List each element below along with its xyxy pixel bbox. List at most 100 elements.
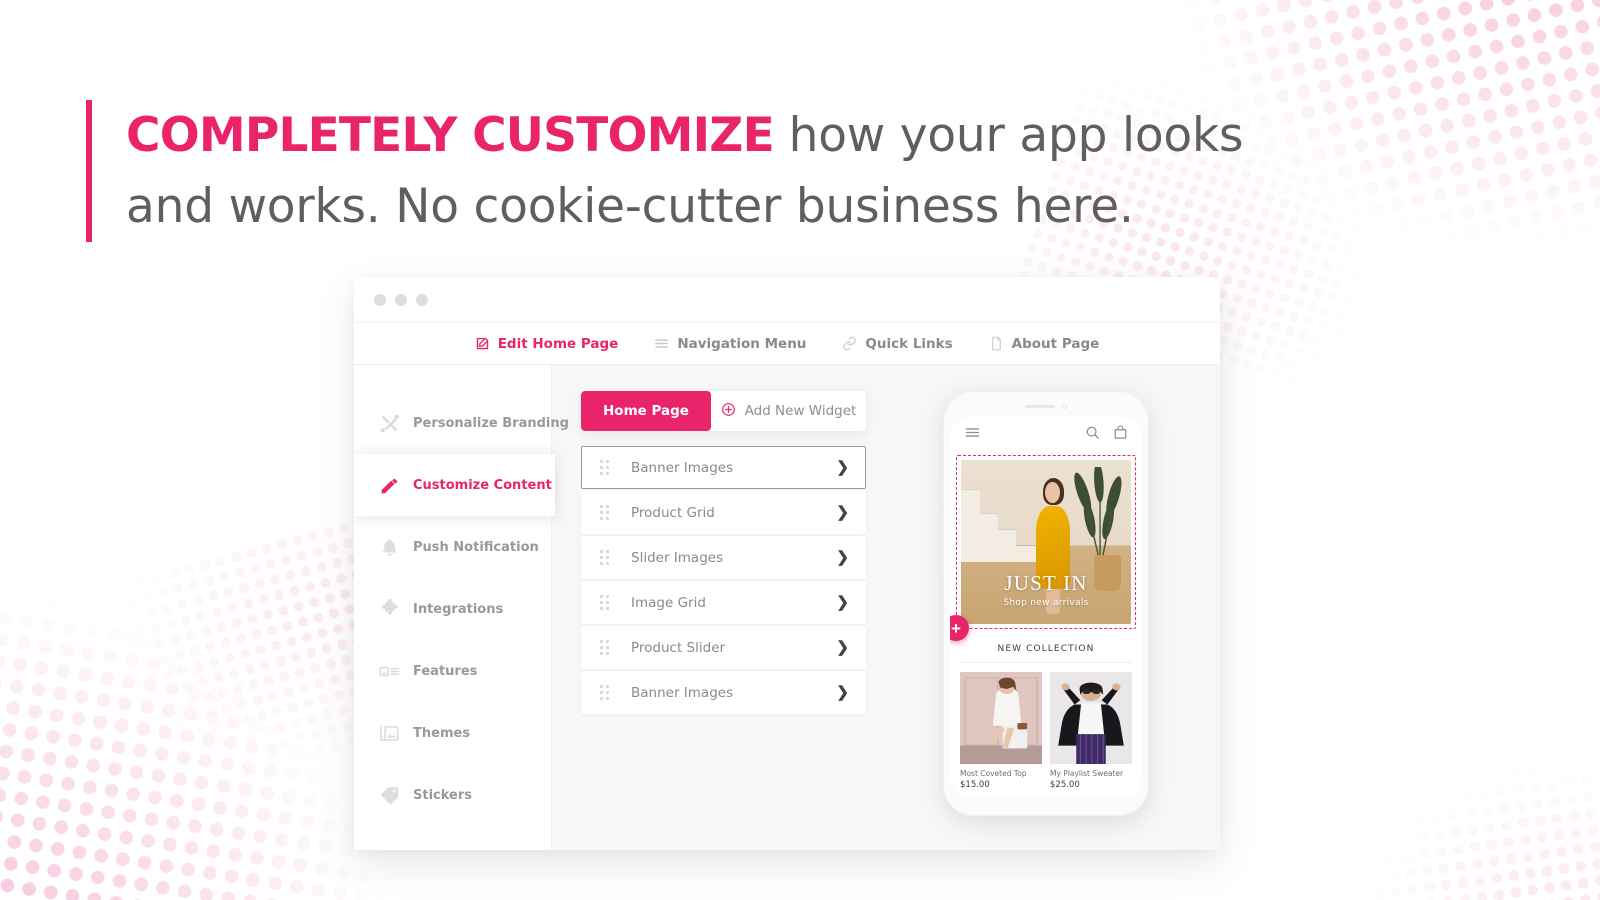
window-dot-maximize[interactable] [416, 293, 428, 306]
product-price: $15.00 [960, 780, 990, 790]
headline-accent-bar [86, 100, 92, 242]
pencil-icon [378, 474, 400, 496]
widget-label: Image Grid [631, 594, 706, 611]
window-dot-minimize[interactable] [395, 293, 407, 306]
chevron-right-icon[interactable]: ❯ [836, 550, 849, 565]
widget-label: Banner Images [631, 684, 734, 701]
chevron-right-icon[interactable]: ❯ [836, 460, 849, 475]
phone-speaker [1025, 405, 1055, 408]
widget-label: Slider Images [631, 549, 724, 566]
image-stack-icon [378, 722, 400, 744]
document-icon [989, 336, 1004, 351]
widget-row-banner-images-1[interactable]: Banner Images ❯ [581, 446, 866, 489]
tag-icon [378, 784, 400, 806]
product-card[interactable]: Most Coveted Top $15.00 [960, 672, 1042, 790]
collection-heading: NEW COLLECTION [960, 644, 1132, 663]
banner-caption: JUST IN Shop new arrivals [961, 571, 1131, 609]
drag-handle-icon[interactable] [600, 595, 609, 610]
sidebar-item-label: Integrations [413, 601, 504, 617]
banner-image: JUST IN Shop new arrivals [961, 460, 1131, 624]
phone-power-button [1148, 519, 1151, 557]
banner-subtitle: Shop new arrivals [1003, 598, 1089, 608]
chevron-right-icon[interactable]: ❯ [836, 685, 849, 700]
banner-title: JUST IN [1004, 571, 1088, 595]
product-name: My Playlist Sweater [1050, 769, 1124, 778]
product-grid: Most Coveted Top $15.00 My Playlist Swea… [950, 663, 1142, 790]
phone-notch [1025, 404, 1067, 409]
phone-preview-column: JUST IN Shop new arrivals + NEW COLLECTI… [866, 391, 1220, 850]
topnav-item-navigation-menu[interactable]: Navigation Menu [654, 336, 806, 352]
widget-list: Banner Images ❯ Product Grid ❯ Slider Im… [581, 446, 866, 714]
drag-handle-icon[interactable] [600, 685, 609, 700]
chevron-right-icon[interactable]: ❯ [836, 505, 849, 520]
selected-widget-banner-region[interactable]: JUST IN Shop new arrivals + [950, 455, 1136, 641]
phone-app-topbar [950, 417, 1142, 453]
drag-handle-icon[interactable] [600, 460, 609, 475]
phone-volume-up-button [941, 511, 944, 539]
add-widget-badge-icon[interactable]: + [950, 615, 969, 641]
widget-row-banner-images-2[interactable]: Banner Images ❯ [581, 671, 866, 714]
topnav-label: About Page [1011, 335, 1100, 352]
app-window: Edit Home Page Navigation Menu Quick Lin… [354, 277, 1220, 850]
sidebar-item-stickers[interactable]: Stickers [354, 764, 551, 826]
edit-square-icon [475, 336, 490, 351]
product-price: $25.00 [1050, 780, 1080, 790]
sidebar-item-label: Push Notification [413, 539, 539, 555]
window-titlebar [354, 277, 1220, 322]
widget-row-image-grid[interactable]: Image Grid ❯ [581, 581, 866, 624]
widget-tabbar: Home Page Add New Widget [581, 391, 866, 431]
page-root: COMPLETELY CUSTOMIZE how your app looks … [0, 0, 1600, 900]
window-dot-close[interactable] [374, 293, 386, 306]
banner-stairs-decor [961, 489, 1036, 562]
sidebar-item-push-notification[interactable]: Push Notification [354, 516, 551, 578]
add-new-widget-button[interactable]: Add New Widget [711, 391, 866, 431]
tab-home-page[interactable]: Home Page [581, 391, 711, 431]
banner-plant-decor [1074, 466, 1122, 559]
hamburger-icon[interactable] [964, 424, 981, 446]
puzzle-piece-icon [378, 598, 400, 620]
sidebar-item-customize-content[interactable]: Customize Content [354, 454, 555, 516]
widget-row-slider-images[interactable]: Slider Images ❯ [581, 536, 866, 579]
search-icon[interactable] [1085, 425, 1100, 445]
widget-row-product-grid[interactable]: Product Grid ❯ [581, 491, 866, 534]
widget-label: Banner Images [631, 459, 734, 476]
brush-pen-icon [378, 412, 400, 434]
sidebar-item-integrations[interactable]: Integrations [354, 578, 551, 640]
topnav-item-edit-home-page[interactable]: Edit Home Page [475, 336, 618, 352]
widget-row-product-slider[interactable]: Product Slider ❯ [581, 626, 866, 669]
headline-block: COMPLETELY CUSTOMIZE how your app looks … [86, 100, 1246, 242]
chevron-right-icon[interactable]: ❯ [836, 595, 849, 610]
product-card[interactable]: My Playlist Sweater $25.00 [1050, 672, 1132, 790]
topnav-item-quick-links[interactable]: Quick Links [842, 336, 953, 352]
phone-camera [1062, 404, 1067, 409]
sidebar-item-label: Themes [413, 725, 471, 741]
drag-handle-icon[interactable] [600, 505, 609, 520]
bell-icon [378, 536, 400, 558]
widget-label: Product Grid [631, 504, 715, 521]
sidebar-item-personalize-branding[interactable]: Personalize Branding [354, 392, 569, 454]
sidebar-item-features[interactable]: Features [354, 640, 551, 702]
widget-label: Product Slider [631, 639, 726, 656]
shopping-bag-icon[interactable] [1113, 425, 1128, 445]
product-name: Most Coveted Top [960, 769, 1027, 778]
drag-handle-icon[interactable] [600, 550, 609, 565]
topnav-item-about-page[interactable]: About Page [989, 335, 1100, 352]
headline-text: COMPLETELY CUSTOMIZE how your app looks … [126, 100, 1246, 242]
topnav-label: Navigation Menu [677, 335, 807, 352]
sidebar-item-label: Stickers [413, 787, 473, 803]
sidebar-item-label: Customize Content [413, 477, 552, 493]
phone-screen: JUST IN Shop new arrivals + NEW COLLECTI… [950, 417, 1142, 798]
app-body: Personalize Branding Customize Content P… [354, 365, 1220, 850]
widget-column: Home Page Add New Widget Banner Images ❯… [581, 391, 866, 850]
phone-volume-down-button [941, 547, 944, 575]
sidebar-item-themes[interactable]: Themes [354, 702, 551, 764]
product-image [960, 672, 1042, 764]
link-icon [842, 336, 857, 351]
phone-mute-button [941, 483, 944, 499]
product-image [1050, 672, 1132, 764]
chevron-right-icon[interactable]: ❯ [836, 640, 849, 655]
phone-topbar-actions [1085, 425, 1128, 445]
sidebar: Personalize Branding Customize Content P… [354, 365, 569, 850]
drag-handle-icon[interactable] [600, 640, 609, 655]
plus-circle-icon [721, 402, 736, 421]
